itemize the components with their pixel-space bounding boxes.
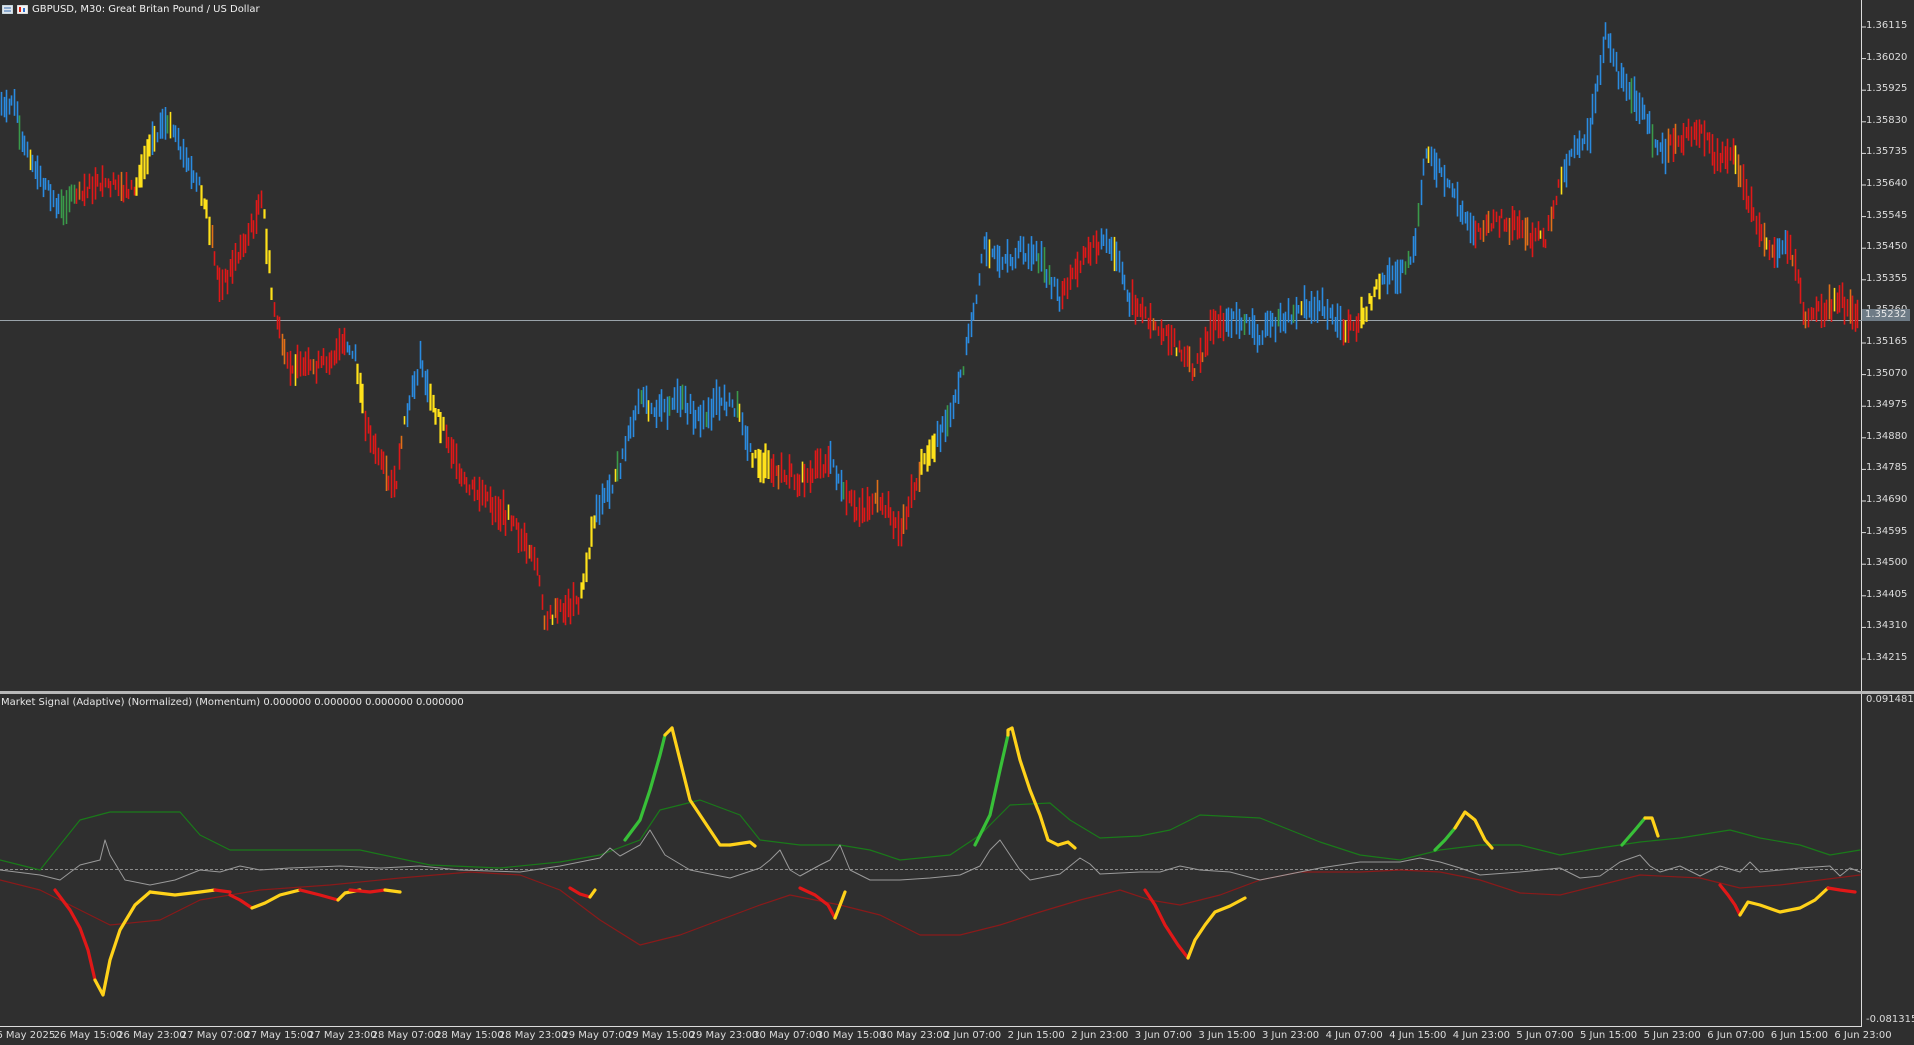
indicator-signal-segment — [1826, 886, 1857, 894]
current-price-tag: 1.35232 — [1862, 309, 1910, 321]
indicator-signal-segment — [833, 890, 847, 920]
time-axis-label: 4 Jun 15:00 — [1389, 1030, 1447, 1041]
indicator-label: Market Signal (Adaptive) (Normalized) (M… — [1, 697, 464, 708]
indicator-signal-segment — [53, 888, 97, 982]
time-axis-label: 2 Jun 15:00 — [1007, 1030, 1065, 1041]
price-axis-label: 1.34215 — [1866, 652, 1908, 663]
price-axis-label: 1.34690 — [1866, 494, 1908, 505]
indicator-signal-segment — [623, 733, 667, 842]
time-axis-label: 28 May 07:00 — [371, 1030, 441, 1041]
indicator-axis-max: 0.091481 — [1866, 694, 1914, 705]
indicator-signal-segment — [148, 888, 217, 897]
indicator-upper-band — [0, 799, 1861, 871]
indicator-signal-segment — [383, 888, 402, 894]
time-axis-label: 28 May 23:00 — [498, 1030, 568, 1041]
time-axis-label: 3 Jun 07:00 — [1134, 1030, 1192, 1041]
time-axis-label: 30 May 15:00 — [816, 1030, 886, 1041]
indicator-signal-segment — [670, 726, 732, 847]
time-axis-label: 26 May 2025 — [0, 1030, 56, 1041]
indicator-signal-segment — [348, 888, 387, 894]
price-axis-label: 1.34500 — [1866, 557, 1908, 569]
time-axis-label: 27 May 15:00 — [244, 1030, 313, 1041]
price-axis-label: 1.35735 — [1866, 146, 1908, 158]
price-axis-label: 1.34310 — [1866, 620, 1908, 632]
time-axis-label: 5 Jun 15:00 — [1580, 1030, 1638, 1041]
time-axis-label: 30 May 07:00 — [753, 1030, 822, 1041]
price-axis-label: 1.34880 — [1866, 430, 1908, 442]
chart-canvas[interactable] — [0, 0, 1914, 1045]
indicator-signal-segment — [1643, 816, 1660, 838]
indicator-signal-segment — [568, 886, 592, 899]
time-axis-label: 4 Jun 07:00 — [1325, 1030, 1383, 1041]
indicator-lines — [0, 726, 1861, 997]
indicator-signal-segment — [1010, 726, 1060, 847]
indicator-signal-segment — [228, 893, 254, 910]
time-axis-label: 26 May 23:00 — [117, 1030, 186, 1041]
time-axis-label: 29 May 07:00 — [562, 1030, 631, 1041]
time-axis-label: 28 May 15:00 — [435, 1030, 504, 1041]
indicator-signal-segment — [213, 888, 232, 894]
price-axis-label: 1.35925 — [1866, 83, 1908, 95]
price-bars — [0, 22, 1859, 631]
time-axis-label: 2 Jun 07:00 — [944, 1030, 1002, 1041]
price-axis-label: 1.34595 — [1866, 525, 1908, 537]
time-axis-label: 29 May 15:00 — [626, 1030, 695, 1041]
time-axis-label: 26 May 15:00 — [53, 1030, 123, 1041]
price-axis-label: 1.36020 — [1866, 51, 1908, 63]
time-axis-label: 3 Jun 23:00 — [1262, 1030, 1320, 1041]
time-axis-label: 5 Jun 07:00 — [1516, 1030, 1574, 1041]
trading-chart-window[interactable]: GBPUSD, M30: Great Britan Pound / US Dol… — [0, 0, 1914, 1045]
price-axis-label: 1.35640 — [1866, 178, 1908, 189]
time-axis-label: 6 Jun 07:00 — [1707, 1030, 1765, 1041]
price-axis-label: 1.35355 — [1866, 272, 1908, 284]
price-axis-label: 1.35450 — [1866, 241, 1908, 253]
time-axis-label: 30 May 23:00 — [880, 1030, 949, 1041]
price-axis-label: 1.34405 — [1866, 588, 1908, 600]
time-axis-label: 6 Jun 23:00 — [1834, 1030, 1892, 1041]
indicator-axis-min: -0.081315 — [1866, 1014, 1914, 1025]
price-axis-label: 1.35070 — [1866, 367, 1908, 379]
price-axis-label: 1.35545 — [1866, 209, 1908, 221]
indicator-signal-segment — [588, 888, 597, 899]
time-axis-label: 29 May 23:00 — [689, 1030, 759, 1041]
indicator-signal-segment — [250, 888, 302, 910]
time-axis-label: 6 Jun 15:00 — [1770, 1030, 1828, 1041]
price-axis-label: 1.35830 — [1866, 114, 1908, 126]
price-axis-label: 1.35165 — [1866, 336, 1908, 347]
indicator-signal-segment — [1453, 810, 1494, 850]
indicator-lower-band — [0, 869, 1861, 946]
time-axis-label: 2 Jun 23:00 — [1071, 1030, 1129, 1041]
indicator-signal-segment — [93, 890, 152, 997]
time-axis-label: 27 May 07:00 — [180, 1030, 250, 1041]
time-axis-label: 4 Jun 23:00 — [1452, 1030, 1510, 1041]
indicator-signal-segment — [1056, 840, 1077, 850]
price-axis-label: 1.34975 — [1866, 399, 1908, 411]
indicator-signal-segment — [1718, 883, 1742, 917]
indicator-signal-segment — [1143, 888, 1190, 960]
indicator-signal-segment — [1620, 816, 1647, 847]
indicator-signal-segment — [973, 733, 1010, 847]
time-axis-label: 3 Jun 15:00 — [1198, 1030, 1256, 1041]
indicator-signal-segment — [298, 888, 340, 902]
time-axis-label: 5 Jun 23:00 — [1643, 1030, 1701, 1041]
indicator-signal-segment — [1433, 826, 1457, 852]
time-axis-label: 27 May 23:00 — [308, 1030, 377, 1041]
price-axis-label: 1.36115 — [1866, 20, 1908, 31]
price-axis-label: 1.34785 — [1866, 462, 1908, 474]
indicator-signal-segment — [1186, 896, 1247, 960]
indicator-signal-segment — [728, 840, 757, 848]
indicator-signal-segment — [1738, 886, 1830, 917]
